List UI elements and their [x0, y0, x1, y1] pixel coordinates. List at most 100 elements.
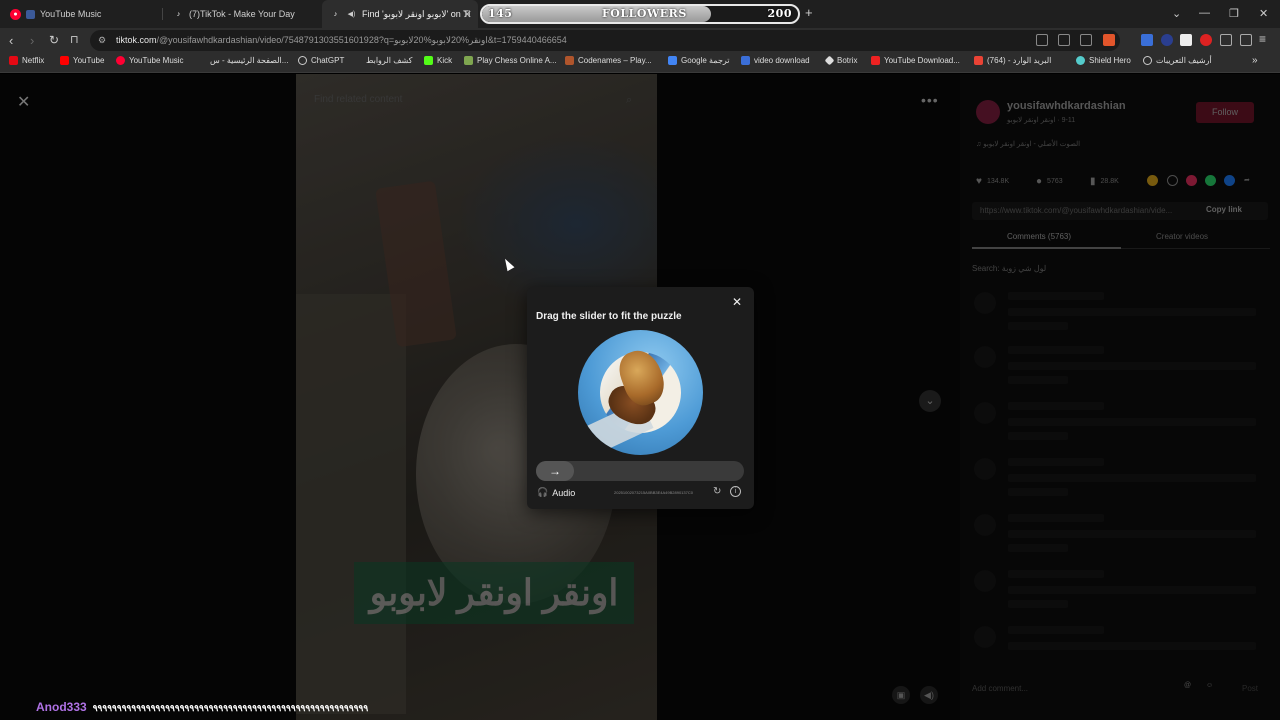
- forward-icon[interactable]: ›: [30, 33, 34, 48]
- tab-tiktok-search[interactable]: ♪ ◀) Find 'لابوبو اونقر لابوبو' on Ti ✕: [322, 0, 478, 28]
- bookmark-shield-hero[interactable]: Shield Hero: [1076, 56, 1131, 65]
- share-icon[interactable]: [1186, 175, 1197, 186]
- bookmark-label: Kick: [437, 56, 453, 65]
- chatgpt-icon: [298, 56, 307, 65]
- bookmark-google-translate[interactable]: Google ترجمة: [668, 56, 730, 65]
- shield-hero-icon: [1076, 56, 1085, 65]
- follow-button[interactable]: Follow: [1196, 102, 1254, 123]
- sound-label[interactable]: ♫ الصوت الأصلي - اونقر اونقر لابوبو: [976, 140, 1080, 148]
- bookmark-chess[interactable]: Play Chess Online A...: [464, 56, 557, 65]
- comment-skeleton-line: [1008, 586, 1256, 594]
- chevron-down-icon[interactable]: ⌄: [919, 390, 941, 412]
- codenames-icon: [565, 56, 574, 65]
- more-options-icon[interactable]: •••: [921, 92, 939, 108]
- facebook-icon[interactable]: [1224, 175, 1235, 186]
- bookmark-chatgpt[interactable]: ChatGPT: [298, 56, 344, 65]
- comment-skeleton-avatar: [974, 402, 996, 424]
- captcha-slider-handle[interactable]: →: [536, 461, 574, 481]
- bookmark-youtube[interactable]: YouTube: [60, 56, 104, 65]
- like-button[interactable]: ♥ 134.8K: [976, 176, 1009, 187]
- tab-tiktok[interactable]: ♪ (7)TikTok - Make Your Day: [165, 0, 320, 28]
- close-video-icon[interactable]: ✕: [17, 92, 30, 112]
- bookmark-archive[interactable]: أرشيف التعريبات: [1143, 56, 1212, 65]
- close-icon[interactable]: ✕: [732, 295, 742, 309]
- creator-username[interactable]: yousifawhdkardashian: [1007, 100, 1126, 112]
- bookmark-label: Shield Hero: [1089, 56, 1131, 65]
- post-comment-button[interactable]: Post: [1242, 684, 1258, 693]
- comment-search-suggestion[interactable]: Search: لول شي زوبة: [972, 264, 1046, 273]
- address-toolbar: ‹ › ↻ ⊓ ⚙ tiktok.com/@yousifawhdkardashi…: [0, 28, 1280, 53]
- archive-icon: [1143, 56, 1152, 65]
- puzzle-extensions-icon[interactable]: [1220, 34, 1232, 46]
- bookmark-links[interactable]: كشف الروابط: [366, 56, 412, 65]
- bookmark-netflix[interactable]: Netflix: [9, 56, 44, 65]
- headphones-icon: 🎧: [537, 487, 549, 497]
- comment-button[interactable]: ● 5763: [1036, 176, 1063, 187]
- comment-icon: ●: [1036, 176, 1043, 187]
- refresh-icon[interactable]: ↻: [713, 486, 721, 497]
- restore-icon[interactable]: ❐: [1229, 7, 1239, 20]
- youtube-icon: [60, 56, 69, 65]
- pip-icon[interactable]: ▣: [892, 686, 910, 704]
- arrow-right-icon: →: [549, 464, 561, 478]
- avatar[interactable]: [976, 100, 1000, 124]
- bookmark-youtube-music[interactable]: YouTube Music: [116, 56, 184, 65]
- media-icon[interactable]: [1240, 34, 1252, 46]
- comment-skeleton-line: [1008, 308, 1256, 316]
- extension-icon[interactable]: [1036, 34, 1048, 46]
- url-field[interactable]: ⚙ tiktok.com/@yousifawhdkardashian/video…: [90, 30, 1120, 51]
- back-icon[interactable]: ‹: [9, 33, 13, 48]
- more-bookmarks-icon[interactable]: »: [1252, 55, 1258, 66]
- bookmark-botrix[interactable]: Botrix: [824, 55, 857, 66]
- bookmark-icon[interactable]: ⊓: [70, 33, 79, 46]
- menu-icon[interactable]: ≡: [1259, 32, 1266, 46]
- tab-youtube-music[interactable]: ● YouTube Music: [2, 0, 160, 28]
- extension-icon[interactable]: [1141, 34, 1153, 46]
- follower-current: 145: [488, 7, 513, 20]
- extension-icon[interactable]: [1200, 34, 1212, 46]
- minimize-icon[interactable]: —: [1199, 7, 1210, 19]
- embed-icon[interactable]: [1167, 175, 1178, 186]
- bookmark-label: Netflix: [22, 56, 45, 65]
- add-comment-input[interactable]: Add comment...: [972, 684, 1028, 693]
- new-tab-icon[interactable]: +: [805, 5, 813, 20]
- site-info-icon[interactable]: ⚙: [98, 30, 106, 51]
- reload-icon[interactable]: ↻: [49, 33, 59, 47]
- tab-comments[interactable]: Comments (5763): [1007, 232, 1071, 241]
- bookmark-video-download[interactable]: video download: [741, 56, 810, 65]
- save-button[interactable]: ▮ 28.8K: [1090, 176, 1119, 187]
- bookmark-icon: ▮: [1090, 176, 1096, 187]
- comment-skeleton-line: [1008, 570, 1104, 578]
- comment-skeleton-line: [1008, 432, 1068, 440]
- captcha-puzzle-image: [578, 330, 703, 455]
- audio-captcha-button[interactable]: 🎧 Audio: [537, 487, 575, 498]
- comment-skeleton-avatar: [974, 514, 996, 536]
- close-window-icon[interactable]: ✕: [1259, 7, 1268, 20]
- comment-skeleton-line: [1008, 322, 1068, 330]
- cast-icon[interactable]: [1058, 34, 1070, 46]
- bookmark-home-ar[interactable]: الصفحة الرئيسية - س...: [210, 56, 288, 65]
- share-icon[interactable]: [1080, 34, 1092, 46]
- bookmark-kick[interactable]: Kick: [424, 56, 452, 65]
- bookmark-gmail[interactable]: (764) - البريد الوارد: [974, 56, 1051, 65]
- bookmark-codenames[interactable]: Codenames – Play...: [565, 56, 652, 65]
- comment-skeleton-line: [1008, 530, 1256, 538]
- info-icon[interactable]: i: [730, 486, 741, 497]
- youtube-download-icon: [871, 56, 880, 65]
- brave-shield-icon[interactable]: [1103, 34, 1115, 46]
- whatsapp-icon[interactable]: [1205, 175, 1216, 186]
- comment-skeleton-line: [1008, 600, 1068, 608]
- close-tab-icon[interactable]: ✕: [463, 8, 472, 21]
- volume-icon[interactable]: ◀): [920, 686, 938, 704]
- tab-creator-videos[interactable]: Creator videos: [1156, 232, 1208, 241]
- url-domain: tiktok.com: [116, 35, 157, 45]
- mention-icon[interactable]: @: [1184, 682, 1191, 689]
- emoji-icon[interactable]: ☺: [1206, 682, 1213, 689]
- tab-search-icon[interactable]: ⌄: [1172, 7, 1181, 20]
- copy-link-button[interactable]: Copy link: [1206, 205, 1242, 214]
- bookmark-youtube-download[interactable]: YouTube Download...: [871, 56, 960, 65]
- extension-icon[interactable]: [1180, 34, 1192, 46]
- extension-icon[interactable]: [1161, 34, 1173, 46]
- share-icon[interactable]: [1147, 175, 1158, 186]
- share-more-icon[interactable]: ➦: [1244, 176, 1250, 184]
